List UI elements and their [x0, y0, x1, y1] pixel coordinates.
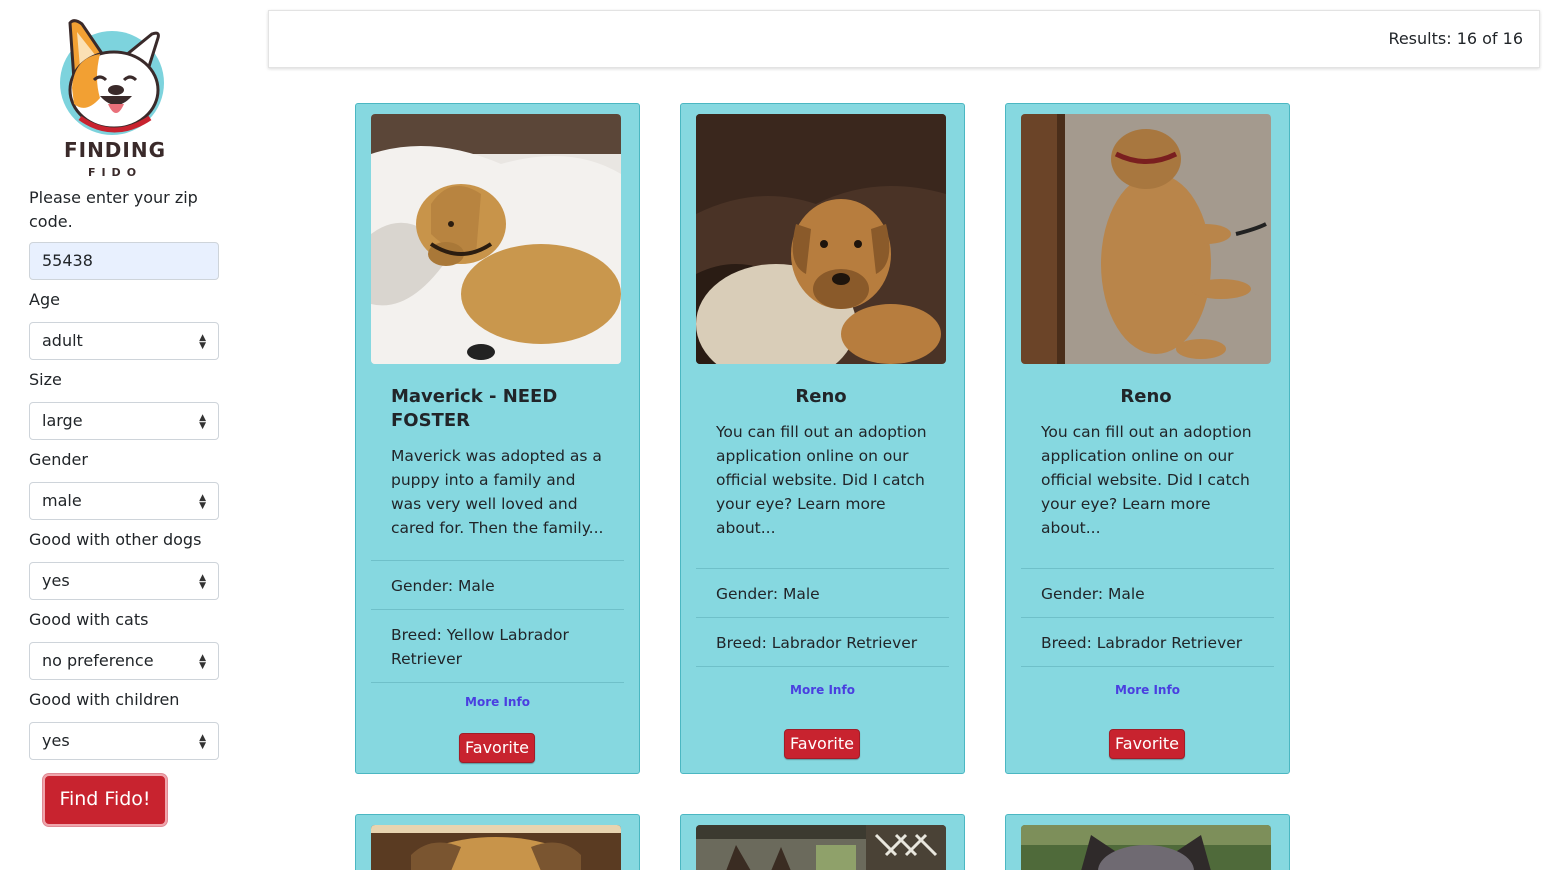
- dog-photo[interactable]: [1021, 114, 1271, 364]
- divider: [371, 560, 624, 561]
- dog-card: Maverick - NEED FOSTER Maverick was adop…: [355, 103, 640, 774]
- divider: [371, 682, 624, 683]
- gender-label: Gender: [29, 450, 88, 469]
- dog-description: You can fill out an adoption application…: [716, 423, 927, 537]
- good-with-cats-select-value: no preference: [42, 651, 154, 670]
- size-select-value: large: [42, 411, 83, 430]
- select-arrows-icon: ▲ ▼: [199, 493, 206, 511]
- size-select[interactable]: large ▲ ▼: [29, 402, 219, 440]
- age-select[interactable]: adult ▲ ▼: [29, 322, 219, 360]
- dog-card: [680, 814, 965, 870]
- good-with-dogs-select[interactable]: yes ▲ ▼: [29, 562, 219, 600]
- more-info-link[interactable]: More Info: [1006, 683, 1289, 697]
- dog-card: [355, 814, 640, 870]
- good-with-children-label: Good with children: [29, 690, 180, 709]
- dog-gender: Gender: Male: [716, 585, 820, 603]
- gender-select[interactable]: male ▲ ▼: [29, 482, 219, 520]
- divider: [1021, 666, 1274, 667]
- more-info-link[interactable]: More Info: [681, 683, 964, 697]
- size-label: Size: [29, 370, 62, 389]
- good-with-children-select[interactable]: yes ▲ ▼: [29, 722, 219, 760]
- logo-title: FINDING: [63, 138, 167, 162]
- dog-photo[interactable]: [696, 825, 946, 870]
- good-with-dogs-select-value: yes: [42, 571, 70, 590]
- divider: [371, 609, 624, 610]
- good-with-cats-label: Good with cats: [29, 610, 149, 629]
- good-with-cats-select[interactable]: no preference ▲ ▼: [29, 642, 219, 680]
- divider: [1021, 568, 1274, 569]
- good-with-children-select-value: yes: [42, 731, 70, 750]
- dog-photo[interactable]: [371, 114, 621, 364]
- dog-description: You can fill out an adoption application…: [1041, 423, 1252, 537]
- dog-photo[interactable]: [696, 114, 946, 364]
- dog-photo[interactable]: [1021, 825, 1271, 870]
- dog-card: Reno You can fill out an adoption applic…: [1005, 103, 1290, 774]
- dog-breed: Breed: Yellow Labrador Retriever: [391, 626, 569, 668]
- age-select-value: adult: [42, 331, 83, 350]
- favorite-button[interactable]: Favorite: [784, 729, 860, 759]
- results-count: Results: 16 of 16: [1388, 29, 1523, 48]
- dog-photo[interactable]: [371, 825, 621, 870]
- good-with-dogs-label: Good with other dogs: [29, 530, 202, 549]
- zip-input[interactable]: 55438: [29, 242, 219, 280]
- dog-name: Reno: [795, 386, 847, 407]
- zip-label: Please enter your zip code.: [29, 188, 198, 231]
- divider: [696, 617, 949, 618]
- dog-name: Reno: [1120, 386, 1172, 407]
- dog-gender: Gender: Male: [391, 577, 495, 595]
- dog-card: Reno You can fill out an adoption applic…: [680, 103, 965, 774]
- select-arrows-icon: ▲ ▼: [199, 413, 206, 431]
- select-arrows-icon: ▲ ▼: [199, 733, 206, 751]
- dog-gender: Gender: Male: [1041, 585, 1145, 603]
- dog-breed: Breed: Labrador Retriever: [1041, 634, 1243, 652]
- logo-subtitle: FIDO: [87, 166, 143, 179]
- dog-face-logo-icon: [60, 19, 164, 135]
- find-fido-button[interactable]: Find Fido!: [43, 774, 167, 826]
- age-label: Age: [29, 290, 60, 309]
- favorite-button[interactable]: Favorite: [459, 733, 535, 763]
- favorite-button[interactable]: Favorite: [1109, 729, 1185, 759]
- gender-select-value: male: [42, 491, 82, 510]
- results-bar: Results: 16 of 16: [268, 10, 1540, 68]
- divider: [696, 666, 949, 667]
- dog-description: Maverick was adopted as a puppy into a f…: [391, 447, 604, 537]
- select-arrows-icon: ▲ ▼: [199, 573, 206, 591]
- dog-breed: Breed: Labrador Retriever: [716, 634, 918, 652]
- divider: [696, 568, 949, 569]
- select-arrows-icon: ▲ ▼: [199, 333, 206, 351]
- finding-fido-logo: FINDING FIDO: [60, 18, 170, 180]
- more-info-link[interactable]: More Info: [356, 695, 639, 709]
- select-arrows-icon: ▲ ▼: [199, 653, 206, 671]
- dog-name: Maverick - NEED FOSTER: [391, 386, 558, 431]
- divider: [1021, 617, 1274, 618]
- dog-card: [1005, 814, 1290, 870]
- search-form: Please enter your zip code. 55438 Age ad…: [29, 186, 221, 826]
